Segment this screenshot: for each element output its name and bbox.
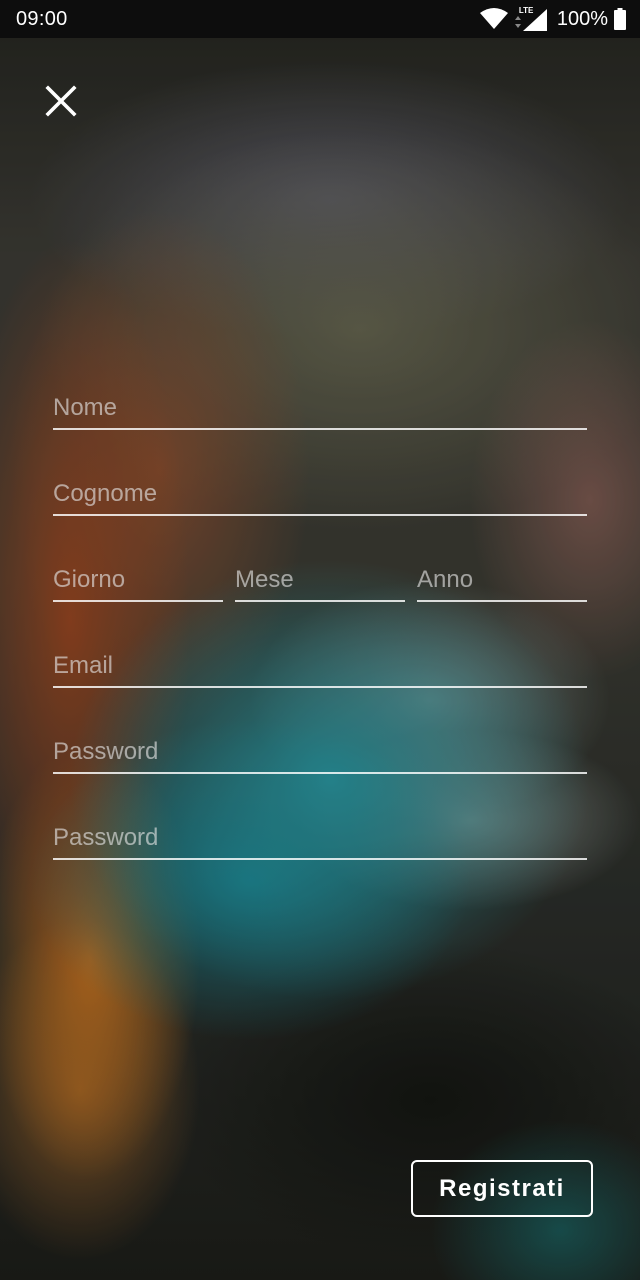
signal-icon — [522, 9, 547, 31]
wifi-icon — [479, 8, 509, 30]
anno-input[interactable] — [417, 566, 587, 594]
status-bar: 09:00 LTE 100% — [0, 0, 640, 38]
email-field — [53, 646, 587, 688]
password-input[interactable] — [53, 738, 587, 766]
battery-percentage: 100% — [556, 7, 608, 30]
background-overlay — [0, 0, 640, 1280]
registration-screen: 09:00 LTE 100% Nome Cognome Giorno Mese … — [0, 0, 640, 1280]
nome-field — [53, 388, 587, 430]
data-arrows-icon — [514, 16, 521, 28]
lte-signal-group: LTE — [514, 6, 549, 31]
password-confirm-input[interactable] — [53, 824, 587, 852]
status-icons: LTE 100% — [479, 6, 626, 32]
cognome-field — [53, 474, 587, 516]
battery-icon — [614, 8, 626, 30]
password-confirm-field — [53, 818, 587, 860]
cognome-input[interactable] — [53, 480, 587, 508]
register-button[interactable]: Registrati — [411, 1160, 593, 1217]
status-time: 09:00 — [16, 8, 68, 30]
close-icon — [40, 85, 82, 126]
mese-input[interactable] — [235, 566, 405, 594]
mese-field — [235, 560, 405, 602]
password-field — [53, 732, 587, 774]
nome-input[interactable] — [53, 394, 587, 422]
email-input[interactable] — [53, 652, 587, 680]
register-button-label: Registrati — [439, 1174, 565, 1202]
close-button[interactable] — [40, 80, 82, 122]
anno-field — [417, 560, 587, 602]
giorno-field — [53, 560, 223, 602]
giorno-input[interactable] — [53, 566, 223, 594]
